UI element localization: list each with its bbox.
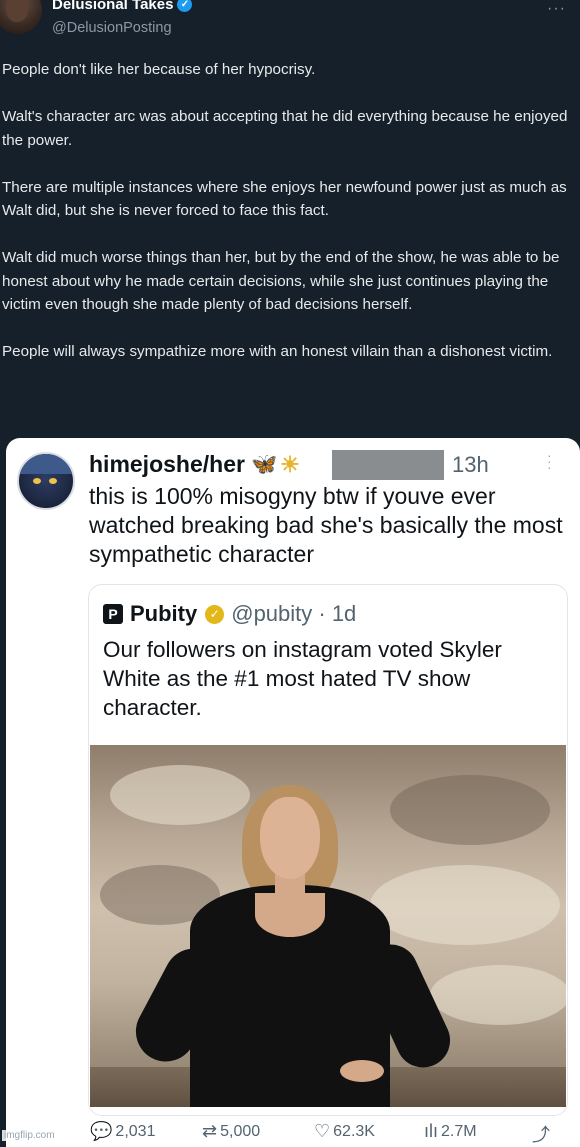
tweet-paragraph: People will always sympathize more with … (2, 343, 553, 360)
display-name-row[interactable]: Delusional Takes ✓ (52, 0, 193, 13)
avatar[interactable] (0, 0, 42, 34)
cloud (430, 965, 566, 1025)
watermark: imgflip.com (2, 1130, 57, 1141)
quoted-handle[interactable]: @pubity · 1d (231, 601, 356, 627)
avatar-hair (19, 454, 73, 474)
like-icon: ♡ (314, 1121, 331, 1141)
avatar-eye (49, 478, 57, 484)
pubity-logo-icon: P (103, 604, 123, 624)
quoted-tweet[interactable]: P Pubity ✓ @pubity · 1d Our followers on… (88, 584, 568, 1116)
tweet-paragraph: There are multiple instances where she e… (2, 178, 567, 220)
cloud (390, 775, 550, 845)
more-icon[interactable]: ··· (547, 448, 552, 474)
embedded-tweet-text: this is 100% misogyny btw if youve ever … (89, 483, 563, 567)
retweet-icon: ⇄ (202, 1121, 218, 1141)
retweet-button[interactable]: ⇄ 5,000 (202, 1121, 260, 1142)
screenshot: Delusional Takes ✓ @DelusionPosting ··· … (0, 0, 580, 1147)
handle[interactable]: @DelusionPosting (52, 20, 172, 36)
cloud (370, 865, 560, 945)
retweet-count: 5,000 (220, 1122, 261, 1140)
reply-button[interactable]: 💬 2,031 (90, 1121, 155, 1142)
face (260, 797, 320, 879)
views-button[interactable]: ılı 2.7M (424, 1121, 477, 1142)
reply-icon: 💬 (90, 1121, 113, 1141)
quoted-display-name[interactable]: Pubity (130, 601, 197, 627)
tweet-paragraph: People don't like her because of her hyp… (2, 61, 316, 78)
quoted-header: P Pubity ✓ @pubity · 1d (103, 601, 356, 627)
verified-badge-icon: ✓ (177, 0, 193, 12)
display-name[interactable]: Delusional Takes (52, 0, 173, 13)
avatar-face (6, 0, 28, 22)
sun-icon: ☀ (280, 451, 300, 477)
views-count: 2.7M (441, 1122, 477, 1140)
like-count: 62.3K (333, 1122, 375, 1140)
quoted-photo[interactable] (90, 745, 566, 1107)
views-icon: ılı (424, 1121, 439, 1141)
like-button[interactable]: ♡ 62.3K (314, 1121, 375, 1142)
neckline (255, 893, 325, 937)
quoted-text: Our followers on instagram voted Skyler … (103, 637, 502, 720)
tweet-text: People don't like her because of her hyp… (2, 58, 578, 387)
cloud (110, 765, 250, 825)
embedded-avatar[interactable] (17, 452, 75, 510)
embedded-name-row[interactable]: himejoshe/her 🦋 ☀ (89, 451, 300, 478)
hand (340, 1060, 384, 1082)
embedded-tweet-card[interactable]: himejoshe/her 🦋 ☀ 13h · · · this is 100% m… (6, 438, 580, 1147)
tweet-paragraph: Walt's character arc was about accepting… (2, 108, 568, 149)
redacted-handle (332, 450, 444, 480)
share-button[interactable]: ⤴ (532, 1121, 550, 1147)
more-icon[interactable]: ··· (547, 0, 566, 18)
gold-check-icon: ✓ (205, 604, 225, 624)
embedded-time[interactable]: 13h (452, 452, 489, 478)
butterfly-icon: 🦋 (250, 452, 278, 476)
embedded-display-name[interactable]: himejoshe/her (89, 451, 245, 478)
reply-count: 2,031 (115, 1122, 156, 1140)
tweet-paragraph: Walt did much worse things than her, but… (2, 249, 560, 313)
avatar-eye (33, 478, 41, 484)
action-bar: 💬 2,031 ⇄ 5,000 ♡ 62.3K ılı 2.7M ⤴ (6, 1121, 580, 1147)
share-icon: ⤴ (532, 1125, 550, 1145)
